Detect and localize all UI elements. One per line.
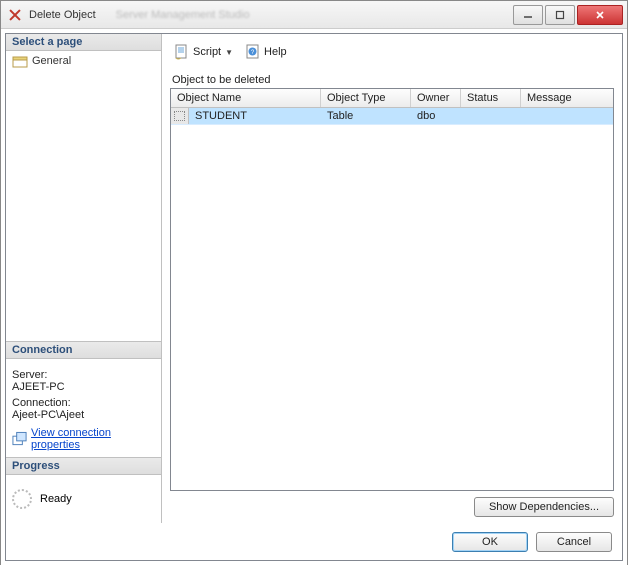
title-bar: Delete Object Server Management Studio — [1, 1, 627, 29]
sidebar-item-general[interactable]: General — [10, 53, 157, 69]
progress-status: Ready — [40, 493, 72, 505]
script-icon — [174, 44, 190, 60]
objects-grid: Object Name Object Type Owner Status Mes… — [170, 88, 614, 491]
row-selector[interactable] — [171, 108, 189, 124]
sidebar: Select a page General Connection Server:… — [6, 34, 162, 523]
show-dependencies-button[interactable]: Show Dependencies... — [474, 497, 614, 517]
maximize-button[interactable] — [545, 5, 575, 25]
cell-object-name: STUDENT — [189, 108, 321, 124]
page-icon — [12, 54, 28, 68]
close-button[interactable] — [577, 5, 623, 25]
script-label: Script — [193, 46, 221, 58]
col-header-object-type[interactable]: Object Type — [321, 89, 411, 107]
ok-button[interactable]: OK — [452, 532, 528, 552]
server-value: AJEET-PC — [12, 381, 155, 393]
cancel-button[interactable]: Cancel — [536, 532, 612, 552]
help-icon: ? — [245, 44, 261, 60]
cell-message — [521, 108, 613, 124]
toolbar: Script ▼ ? Help — [170, 40, 614, 68]
delete-icon — [7, 7, 23, 23]
connection-label: Connection: — [12, 397, 155, 409]
grid-header-row: Object Name Object Type Owner Status Mes… — [171, 89, 613, 108]
progress-header: Progress — [6, 457, 161, 475]
progress-spinner-icon — [12, 489, 32, 509]
help-button[interactable]: ? Help — [241, 42, 291, 62]
view-connection-properties-link[interactable]: View connection properties — [31, 427, 155, 451]
server-label: Server: — [12, 369, 155, 381]
script-button[interactable]: Script ▼ — [170, 42, 237, 62]
col-header-owner[interactable]: Owner — [411, 89, 461, 107]
col-header-message[interactable]: Message — [521, 89, 613, 107]
chevron-down-icon[interactable]: ▼ — [225, 48, 233, 57]
connection-properties-icon — [12, 431, 27, 447]
cell-owner: dbo — [411, 108, 461, 124]
minimize-button[interactable] — [513, 5, 543, 25]
select-page-header: Select a page — [6, 34, 161, 51]
connection-value: Ajeet-PC\Ajeet — [12, 409, 155, 421]
cell-status — [461, 108, 521, 124]
sidebar-item-label: General — [32, 55, 71, 67]
background-window-title: Server Management Studio — [116, 9, 250, 21]
table-row[interactable]: STUDENT Table dbo — [171, 108, 613, 125]
window-title: Delete Object — [29, 9, 96, 21]
grid-group-label: Object to be deleted — [172, 74, 614, 86]
help-label: Help — [264, 46, 287, 58]
content-panel: Script ▼ ? Help Object to be deleted — [162, 34, 622, 523]
cell-object-type: Table — [321, 108, 411, 124]
col-header-object-name[interactable]: Object Name — [171, 89, 321, 107]
dialog-button-bar: OK Cancel — [6, 523, 622, 560]
col-header-status[interactable]: Status — [461, 89, 521, 107]
connection-header: Connection — [6, 341, 161, 359]
